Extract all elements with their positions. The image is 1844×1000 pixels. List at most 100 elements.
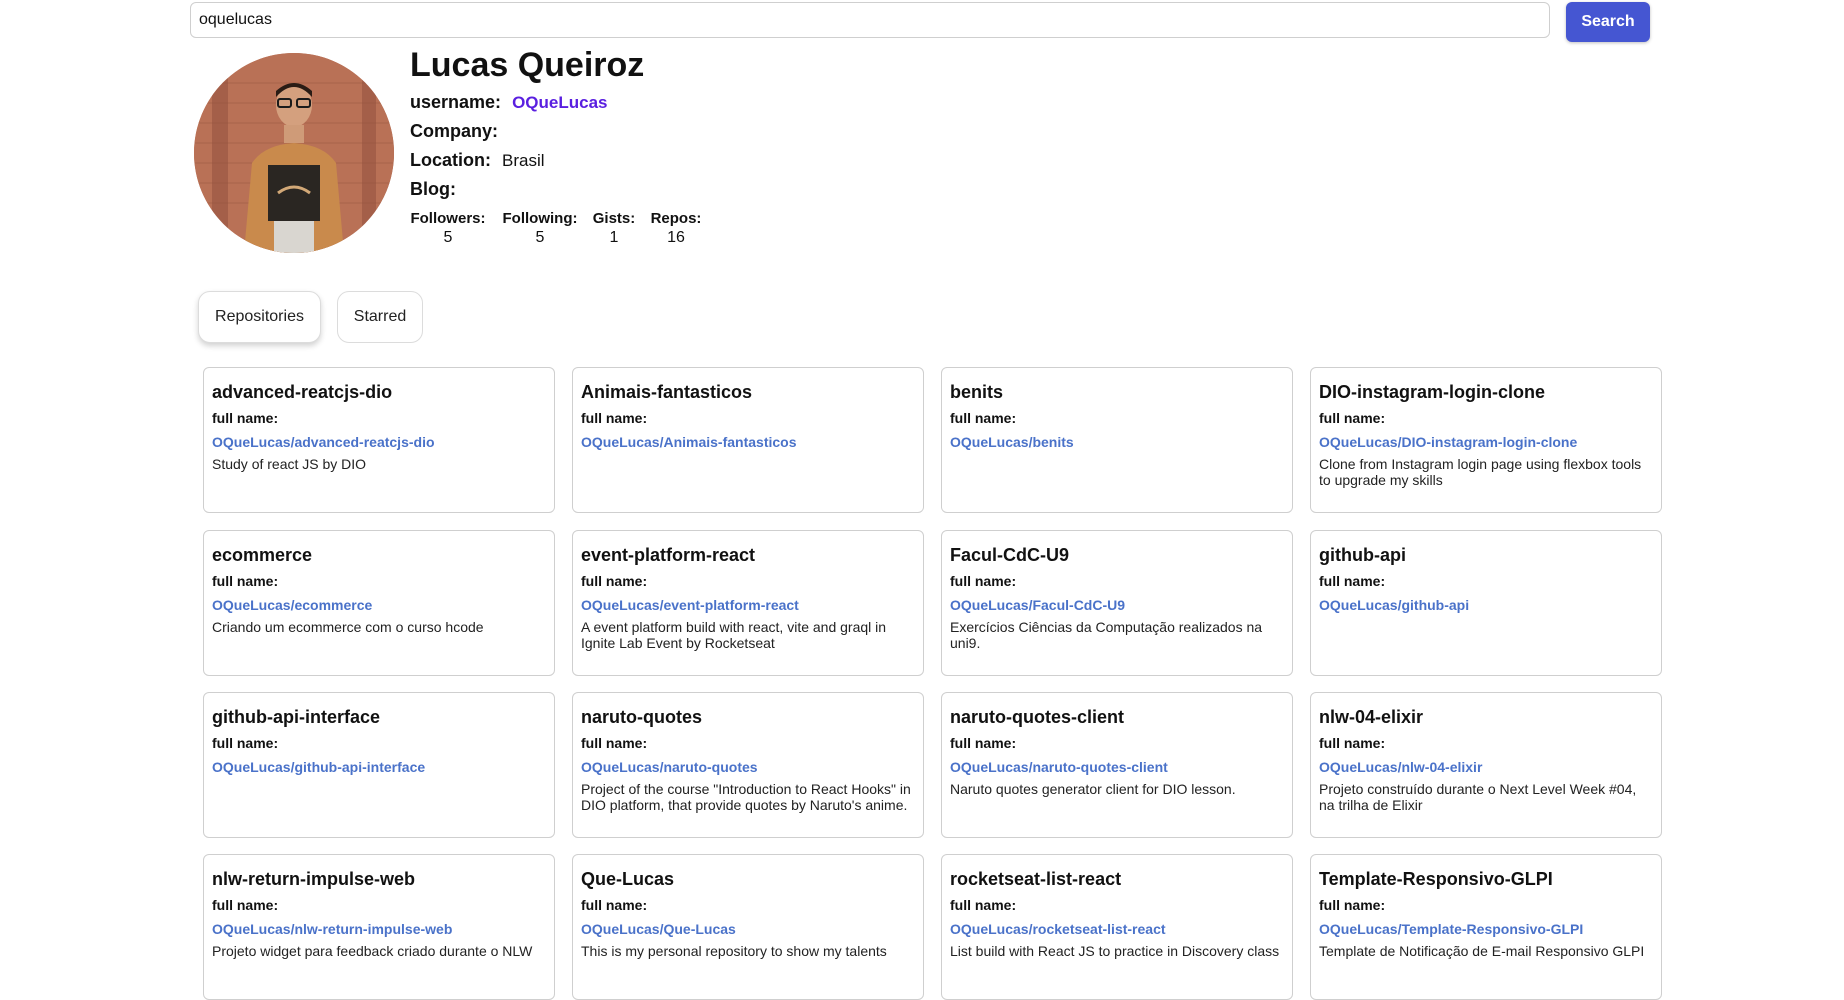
stat-value: 5 (535, 229, 545, 246)
profile-name: Lucas Queiroz (410, 46, 645, 84)
repo-name: benits (950, 382, 1004, 402)
repo-fullname-link[interactable]: OQueLucas/advanced-reatcjs-dio (212, 434, 546, 450)
repo-fullname-label: full name: (1319, 897, 1386, 913)
avatar (194, 53, 394, 253)
stat-label: Following: (502, 210, 578, 227)
repo-fullname-label: full name: (950, 573, 1017, 589)
username-label: username: (410, 92, 502, 112)
location-label: Location: (410, 150, 491, 170)
repo-name: event-platform-react (581, 545, 756, 565)
repo-name: nlw-return-impulse-web (212, 869, 416, 889)
repo-name: advanced-reatcjs-dio (212, 382, 393, 402)
repo-card[interactable]: event-platform-react full name: OQueLuca… (572, 530, 924, 676)
repo-fullname-link[interactable]: OQueLucas/Template-Responsivo-GLPI (1319, 921, 1653, 937)
repo-card[interactable]: naruto-quotes-client full name: OQueLuca… (941, 692, 1293, 838)
repo-name: nlw-04-elixir (1319, 707, 1424, 727)
repo-fullname-link[interactable]: OQueLucas/naruto-quotes (581, 759, 915, 775)
repo-card[interactable]: Animais-fantasticos full name: OQueLucas… (572, 367, 924, 513)
repo-fullname-link[interactable]: OQueLucas/Facul-CdC-U9 (950, 597, 1284, 613)
repo-name: Template-Responsivo-GLPI (1319, 869, 1553, 889)
repo-fullname-link[interactable]: OQueLucas/github-api-interface (212, 759, 546, 775)
repo-fullname-label: full name: (1319, 735, 1386, 751)
repo-card[interactable]: github-api full name: OQueLucas/github-a… (1310, 530, 1662, 676)
stat-value: 1 (609, 229, 619, 246)
repo-description: This is my personal repository to show m… (581, 943, 887, 959)
repo-description: Clone from Instagram login page using fl… (1319, 456, 1642, 488)
stat-label: Repos: (650, 210, 702, 227)
repo-description: Exercícios Ciências da Computação realiz… (950, 619, 1263, 651)
stat-value: 16 (667, 229, 685, 246)
repo-fullname-label: full name: (581, 410, 648, 426)
stat-label: Gists: (592, 210, 636, 227)
repo-fullname-label: full name: (212, 897, 279, 913)
username-link[interactable]: OQueLucas (512, 93, 607, 112)
repo-card[interactable]: github-api-interface full name: OQueLuca… (203, 692, 555, 838)
repo-description: Project of the course "Introduction to R… (581, 781, 911, 813)
repo-fullname-label: full name: (950, 897, 1017, 913)
repo-card[interactable]: ecommerce full name: OQueLucas/ecommerce… (203, 530, 555, 676)
repo-fullname-link[interactable]: OQueLucas/nlw-return-impulse-web (212, 921, 546, 937)
location-value: Brasil (502, 151, 545, 170)
repo-description: Criando um ecommerce com o curso hcode (212, 619, 484, 635)
repo-fullname-link[interactable]: OQueLucas/DIO-instagram-login-clone (1319, 434, 1653, 450)
repo-card[interactable]: DIO-instagram-login-clone full name: OQu… (1310, 367, 1662, 513)
repo-description: Naruto quotes generator client for DIO l… (950, 781, 1236, 797)
repo-card[interactable]: Facul-CdC-U9 full name: OQueLucas/Facul-… (941, 530, 1293, 676)
repo-card[interactable]: nlw-return-impulse-web full name: OQueLu… (203, 854, 555, 1000)
company-row: Company: (410, 121, 504, 142)
repo-fullname-link[interactable]: OQueLucas/event-platform-react (581, 597, 915, 613)
company-label: Company: (410, 121, 499, 141)
repo-fullname-label: full name: (581, 897, 648, 913)
stat-gists: Gists: 1 (592, 210, 636, 247)
repo-description: Projeto construído durante o Next Level … (1319, 781, 1637, 813)
repo-description: A event platform build with react, vite … (581, 619, 887, 651)
blog-row: Blog: (410, 179, 462, 200)
blog-label: Blog: (410, 179, 456, 199)
tab-repositories[interactable]: Repositories (198, 291, 321, 343)
repo-name: naruto-quotes-client (950, 707, 1124, 727)
repo-description: Study of react JS by DIO (212, 456, 367, 472)
repo-fullname-link[interactable]: OQueLucas/github-api (1319, 597, 1653, 613)
search-input[interactable] (190, 2, 1550, 38)
repo-fullname-label: full name: (581, 573, 648, 589)
repo-fullname-label: full name: (950, 735, 1017, 751)
repo-fullname-link[interactable]: OQueLucas/benits (950, 434, 1284, 450)
repo-fullname-label: full name: (212, 573, 279, 589)
stat-value: 5 (443, 229, 453, 246)
repo-card[interactable]: rocketseat-list-react full name: OQueLuc… (941, 854, 1293, 1000)
repo-name: github-api-interface (212, 707, 381, 727)
repo-fullname-label: full name: (950, 410, 1017, 426)
stat-following: Following: 5 (502, 210, 578, 247)
repo-fullname-label: full name: (212, 410, 279, 426)
repo-name: Facul-CdC-U9 (950, 545, 1070, 565)
repo-description: Projeto widget para feedback criado dura… (212, 943, 533, 959)
repo-card[interactable]: advanced-reatcjs-dio full name: OQueLuca… (203, 367, 555, 513)
search-button[interactable]: Search (1566, 2, 1650, 42)
repo-fullname-link[interactable]: OQueLucas/Animais-fantasticos (581, 434, 915, 450)
repo-card[interactable]: benits full name: OQueLucas/benits (941, 367, 1293, 513)
repo-card[interactable]: naruto-quotes full name: OQueLucas/narut… (572, 692, 924, 838)
repo-card[interactable]: nlw-04-elixir full name: OQueLucas/nlw-0… (1310, 692, 1662, 838)
repo-fullname-label: full name: (581, 735, 648, 751)
repo-fullname-link[interactable]: OQueLucas/naruto-quotes-client (950, 759, 1284, 775)
repo-card[interactable]: Que-Lucas full name: OQueLucas/Que-Lucas… (572, 854, 924, 1000)
repo-fullname-link[interactable]: OQueLucas/Que-Lucas (581, 921, 915, 937)
repo-fullname-link[interactable]: OQueLucas/ecommerce (212, 597, 546, 613)
repo-name: github-api (1319, 545, 1406, 565)
avatar-photo (194, 53, 394, 253)
tab-starred[interactable]: Starred (337, 291, 423, 343)
location-row: Location: Brasil (410, 150, 545, 171)
repo-name: DIO-instagram-login-clone (1319, 382, 1546, 402)
repo-name: Animais-fantasticos (581, 382, 753, 402)
repo-description: List build with React JS to practice in … (950, 943, 1280, 959)
repo-fullname-link[interactable]: OQueLucas/rocketseat-list-react (950, 921, 1284, 937)
stat-repos: Repos: 16 (650, 210, 702, 247)
repo-fullname-link[interactable]: OQueLucas/nlw-04-elixir (1319, 759, 1653, 775)
repo-fullname-label: full name: (1319, 573, 1386, 589)
stat-followers: Followers: 5 (410, 210, 486, 247)
repo-name: Que-Lucas (581, 869, 675, 889)
repo-description: Template de Notificação de E-mail Respon… (1319, 943, 1645, 959)
repo-card[interactable]: Template-Responsivo-GLPI full name: OQue… (1310, 854, 1662, 1000)
repo-name: naruto-quotes (581, 707, 702, 727)
username-row: username: OQueLucas (410, 92, 607, 113)
